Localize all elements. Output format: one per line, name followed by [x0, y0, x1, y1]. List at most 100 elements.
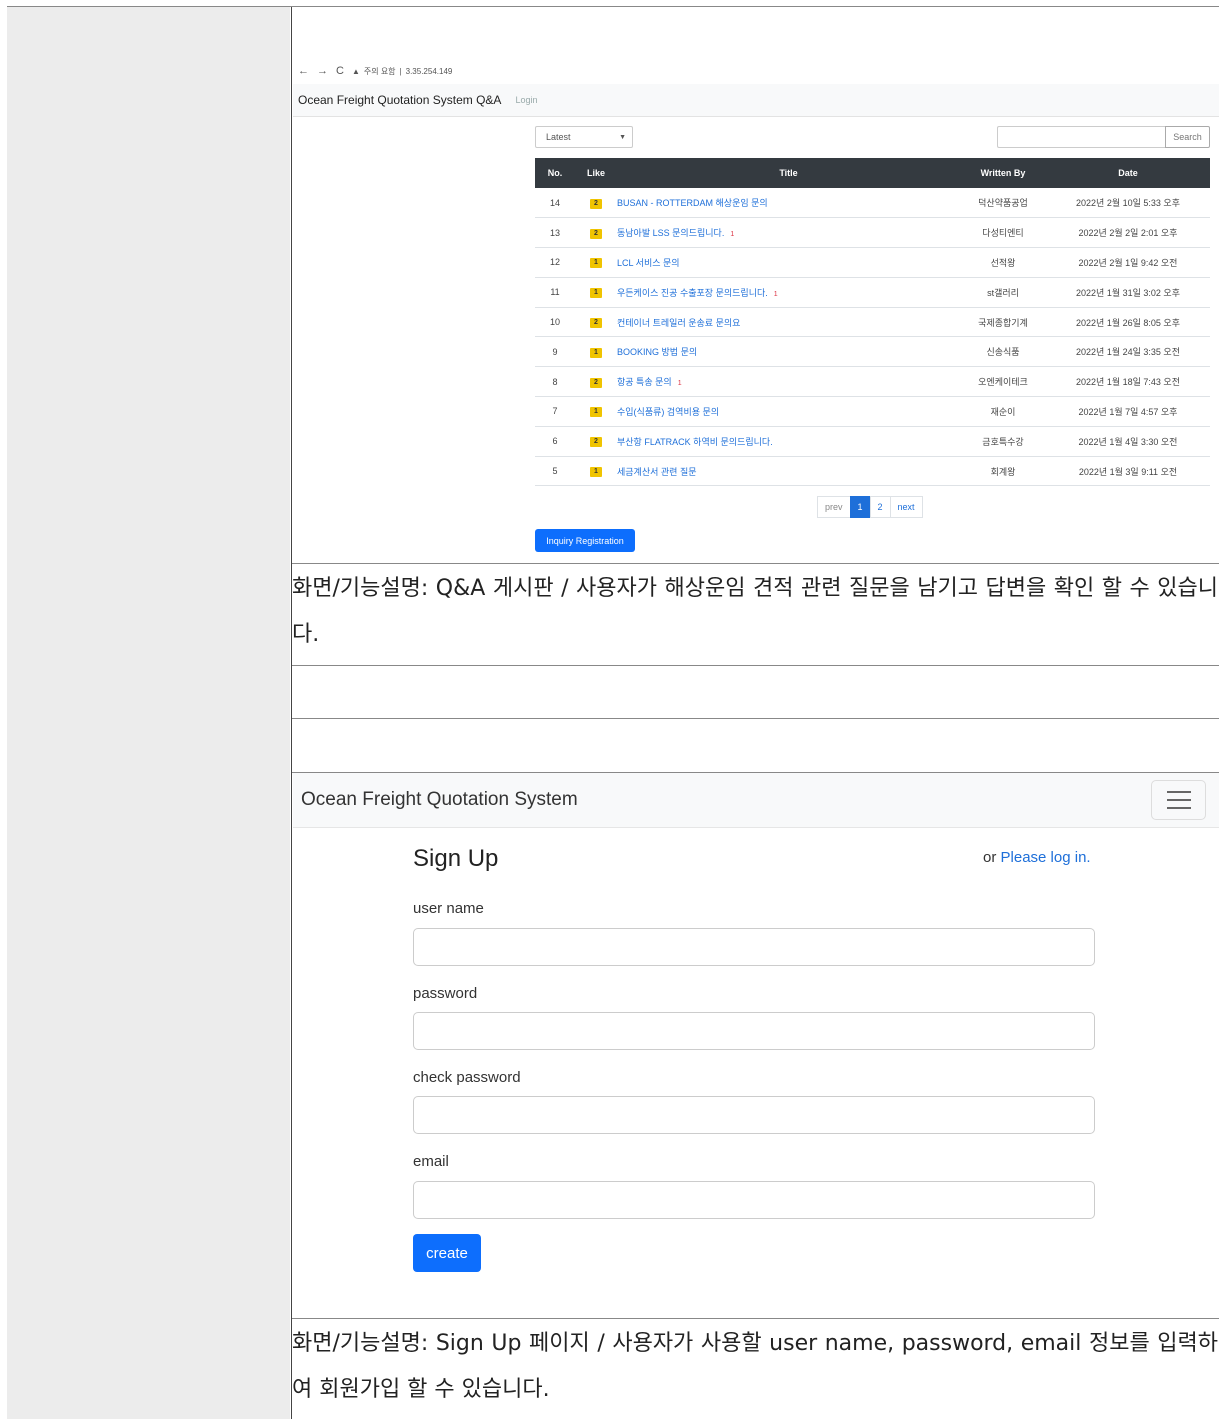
- login-link[interactable]: Please log in.: [1001, 849, 1091, 866]
- password-label: password: [413, 985, 478, 1002]
- pagination-prev[interactable]: prev: [817, 496, 851, 518]
- sort-select-value: Latest: [546, 132, 571, 142]
- like-badge: 1: [590, 258, 602, 269]
- row-no: 8: [535, 366, 575, 398]
- like-badge: 2: [590, 198, 602, 209]
- back-arrow-icon[interactable]: ←: [298, 65, 309, 77]
- header-title: Title: [617, 158, 960, 188]
- table-row: 9 1 BOOKING 방법 문의 신송식품 2022년 1월 24일 3:35…: [535, 336, 1210, 368]
- qa-screenshot: ← → C ▲ 주의 요함 | 3.35.254.149 Ocean Freig…: [293, 8, 1219, 563]
- table-row: 12 1 LCL 서비스 문의 선적왕 2022년 2월 1일 9:42 오전: [535, 247, 1210, 278]
- password-input[interactable]: [413, 1012, 1095, 1050]
- username-input[interactable]: [413, 928, 1095, 966]
- comment-count: 1: [773, 290, 778, 298]
- question-title-link[interactable]: 부산항 FLATRACK 하역비 문의드립니다.: [617, 437, 773, 447]
- like-badge: 2: [590, 377, 602, 388]
- question-title-link[interactable]: BOOKING 방법 문의: [617, 347, 697, 357]
- signup-navbar: Ocean Freight Quotation System: [293, 773, 1219, 828]
- like-badge: 1: [590, 347, 602, 358]
- like-badge: 2: [590, 228, 602, 239]
- row-no: 6: [535, 426, 575, 457]
- row-no: 7: [535, 396, 575, 427]
- row-date: 2022년 2월 2일 2:01 오후: [1046, 217, 1210, 249]
- row-writer: st갤러리: [960, 277, 1046, 308]
- qa-table: No. Like Title Written By Date 14 2 BUSA…: [535, 158, 1210, 487]
- row-writer: 회계왕: [960, 456, 1046, 487]
- row-writer: 금호특수강: [960, 426, 1046, 457]
- qa-navbar: Ocean Freight Quotation System Q&A Login: [293, 84, 1219, 117]
- chevron-down-icon: ▼: [619, 133, 626, 141]
- url-text: 3.35.254.149: [405, 66, 453, 76]
- row-no: 14: [535, 188, 575, 219]
- question-title-link[interactable]: LCL 서비스 문의: [617, 258, 680, 268]
- forward-arrow-icon[interactable]: →: [317, 65, 328, 77]
- search-input[interactable]: [997, 126, 1165, 148]
- table-row: 14 2 BUSAN - ROTTERDAM 해상운임 문의 덕산약품공업 20…: [535, 188, 1210, 219]
- pagination: prev 1 2 next: [817, 496, 923, 518]
- row-date: 2022년 1월 26일 8:05 오후: [1046, 307, 1210, 338]
- like-badge: 1: [590, 407, 602, 418]
- row-date: 2022년 1월 18일 7:43 오전: [1046, 366, 1210, 398]
- column-divider: [291, 7, 292, 1419]
- like-badge: 2: [590, 318, 602, 329]
- comment-count: 1: [677, 380, 682, 388]
- hamburger-menu-icon: [1166, 791, 1191, 809]
- row-date: 2022년 2월 1일 9:42 오전: [1046, 247, 1210, 278]
- table-row: 8 2 항공 특송 문의 1 오엔케이테크 2022년 1월 18일 7:43 오…: [535, 366, 1210, 398]
- check-password-input[interactable]: [413, 1096, 1095, 1134]
- question-title-link[interactable]: BUSAN - ROTTERDAM 해상운임 문의: [617, 198, 768, 208]
- row-date: 2022년 1월 24일 3:35 오전: [1046, 336, 1210, 368]
- row-writer: 오엔케이테크: [960, 366, 1046, 398]
- navbar-brand[interactable]: Ocean Freight Quotation System: [301, 789, 578, 811]
- question-title-link[interactable]: 수입(식품류) 검역비용 문의: [617, 407, 719, 417]
- table-row: 13 2 동남아발 LSS 문의드립니다. 1 다성티엔티 2022년 2월 2일…: [535, 217, 1210, 249]
- row-writer: 국제종합기계: [960, 307, 1046, 338]
- question-title-link[interactable]: 동남아발 LSS 문의드립니다.: [617, 228, 724, 238]
- row-no: 10: [535, 307, 575, 338]
- username-label: user name: [413, 900, 484, 917]
- row-date: 2022년 1월 7일 4:57 오후: [1046, 396, 1210, 427]
- row-divider: [292, 718, 1219, 719]
- row-divider: [292, 1318, 1219, 1319]
- row-no: 12: [535, 247, 575, 278]
- url-separator: |: [399, 66, 402, 76]
- row-writer: 재순이: [960, 396, 1046, 427]
- row-date: 2022년 2월 10일 5:33 오후: [1046, 188, 1210, 219]
- question-title-link[interactable]: 컨테이너 트레일러 운송료 문의요: [617, 318, 740, 328]
- table-row: 5 1 세금계산서 관련 질문 회계왕 2022년 1월 3일 9:11 오전: [535, 456, 1210, 487]
- row-writer: 신송식품: [960, 336, 1046, 368]
- sort-select[interactable]: Latest ▼: [535, 126, 633, 148]
- signup-description: 화면/기능설명: Sign Up 페이지 / 사용자가 사용할 user nam…: [292, 1331, 1218, 1402]
- check-password-label: check password: [413, 1069, 521, 1086]
- navbar-brand[interactable]: Ocean Freight Quotation System Q&A: [298, 93, 501, 107]
- row-divider: [292, 563, 1219, 564]
- comment-count: 1: [730, 231, 735, 239]
- navbar-toggler-button[interactable]: [1151, 780, 1206, 820]
- signup-title: Sign Up: [413, 845, 499, 872]
- header-date: Date: [1046, 158, 1210, 188]
- login-prompt: or Please log in.: [983, 849, 1091, 866]
- row-no: 5: [535, 456, 575, 487]
- row-writer: 선적왕: [960, 247, 1046, 278]
- like-badge: 2: [590, 437, 602, 448]
- search-button[interactable]: Search: [1165, 126, 1210, 148]
- reload-icon[interactable]: C: [336, 65, 344, 77]
- question-title-link[interactable]: 우든케이스 진공 수출포장 문의드립니다.: [617, 288, 768, 298]
- row-date: 2022년 1월 4일 3:30 오전: [1046, 426, 1210, 457]
- row-writer: 덕산약품공업: [960, 188, 1046, 219]
- left-column: [7, 7, 290, 1419]
- question-title-link[interactable]: 항공 특송 문의: [617, 377, 672, 387]
- question-title-link[interactable]: 세금계산서 관련 질문: [617, 467, 697, 477]
- create-button[interactable]: create: [413, 1234, 481, 1272]
- email-input[interactable]: [413, 1181, 1095, 1219]
- table-row: 11 1 우든케이스 진공 수출포장 문의드립니다. 1 st갤러리 2022년 …: [535, 277, 1210, 308]
- table-row: 6 2 부산항 FLATRACK 하역비 문의드립니다. 금호특수강 2022년…: [535, 426, 1210, 457]
- pagination-next[interactable]: next: [889, 496, 923, 518]
- inquiry-registration-button[interactable]: Inquiry Registration: [535, 529, 635, 552]
- pagination-page-1[interactable]: 1: [849, 496, 871, 518]
- address-bar[interactable]: ▲ 주의 요함 | 3.35.254.149: [352, 66, 452, 77]
- pagination-page-2[interactable]: 2: [869, 496, 891, 518]
- table-row: 10 2 컨테이너 트레일러 운송료 문의요 국제종합기계 2022년 1월 2…: [535, 307, 1210, 338]
- header-no: No.: [535, 158, 575, 188]
- login-link[interactable]: Login: [515, 95, 537, 105]
